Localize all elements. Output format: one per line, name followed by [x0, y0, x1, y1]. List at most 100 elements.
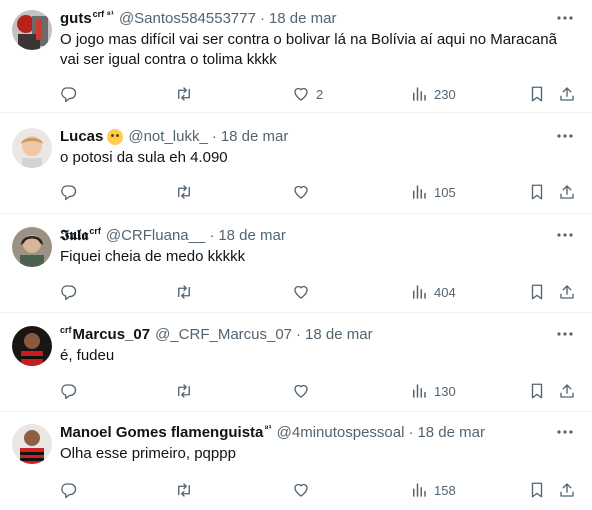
- share-icon: [560, 384, 574, 398]
- tweet[interactable]: Manoel Gomes flamenguista⁸¹ @4minutospes…: [0, 414, 592, 510]
- views-icon: [413, 285, 426, 299]
- views-button[interactable]: 404: [410, 281, 456, 303]
- avatar[interactable]: [12, 10, 52, 50]
- tweet-date[interactable]: 18 de mar: [221, 128, 289, 145]
- name-badge: ⁸¹: [264, 422, 272, 433]
- action-bar: 158: [0, 479, 592, 501]
- user-handle[interactable]: @Santos584553777: [119, 10, 256, 27]
- tweet-date[interactable]: 18 de mar: [218, 227, 286, 244]
- like-button[interactable]: 2: [292, 83, 323, 105]
- bookmark-icon: [531, 184, 543, 200]
- more-icon[interactable]: [556, 9, 574, 27]
- views-button[interactable]: 158: [410, 479, 456, 501]
- share-icon: [560, 285, 574, 299]
- view-count: 158: [434, 482, 456, 498]
- view-count: 105: [434, 184, 456, 200]
- like-count: 2: [316, 86, 324, 102]
- share-button[interactable]: [558, 479, 576, 501]
- reply-button[interactable]: [59, 380, 77, 402]
- views-button[interactable]: 130: [410, 380, 456, 402]
- display-name[interactable]: 𝕴𝖚𝖑𝖆crf: [60, 226, 101, 244]
- avatar[interactable]: [12, 424, 52, 464]
- like-button[interactable]: [292, 181, 310, 203]
- action-bar: 130: [0, 380, 592, 402]
- bookmark-icon: [531, 482, 543, 498]
- views-icon: [413, 185, 426, 199]
- views-button[interactable]: 230: [410, 83, 456, 105]
- user-handle[interactable]: @not_lukk_: [128, 128, 207, 145]
- more-icon[interactable]: [556, 127, 574, 145]
- share-button[interactable]: [558, 181, 576, 203]
- separator: ·: [211, 127, 217, 145]
- tweet-text: O jogo mas difícil vai ser contra o boli…: [60, 31, 557, 68]
- views-icon: [413, 384, 426, 398]
- action-bar: 105: [0, 181, 592, 203]
- display-name[interactable]: Manoel Gomes flamenguista⁸¹: [60, 422, 272, 441]
- tweet-text: Olha esse primeiro, pqppp: [60, 445, 236, 462]
- view-count: 130: [434, 383, 456, 399]
- more-icon[interactable]: [556, 226, 574, 244]
- tweet[interactable]: crfMarcus_07 @_CRF_Marcus_07 · 18 de mar…: [0, 316, 592, 412]
- bookmark-button[interactable]: [528, 380, 546, 402]
- avatar[interactable]: [12, 128, 52, 168]
- reply-button[interactable]: [59, 479, 77, 501]
- tweet-text: Fiquei cheia de medo kkkkk: [60, 248, 246, 265]
- bookmark-button[interactable]: [528, 281, 546, 303]
- user-handle[interactable]: @CRFluana__: [106, 227, 205, 244]
- bookmark-button[interactable]: [528, 181, 546, 203]
- tweet-date[interactable]: 18 de mar: [269, 10, 337, 27]
- share-button[interactable]: [558, 380, 576, 402]
- retweet-icon: [178, 384, 190, 398]
- like-button[interactable]: [292, 479, 310, 501]
- reply-button[interactable]: [59, 181, 77, 203]
- bookmark-button[interactable]: [528, 479, 546, 501]
- share-icon: [560, 185, 574, 199]
- reply-icon: [61, 87, 77, 103]
- user-handle[interactable]: @_CRF_Marcus_07: [155, 326, 292, 343]
- reply-button[interactable]: [59, 281, 77, 303]
- reply-feed: gutscrf ⁸¹ @Santos584553777 · 18 de mar …: [0, 0, 592, 510]
- tweet-text: é, fudeu: [60, 347, 115, 364]
- tweet-date[interactable]: 18 de mar: [305, 326, 373, 343]
- display-name[interactable]: Lucas: [60, 128, 103, 145]
- bookmark-icon: [531, 284, 543, 300]
- like-button[interactable]: [292, 281, 310, 303]
- tweet-header: crfMarcus_07 @_CRF_Marcus_07 · 18 de mar: [60, 324, 552, 344]
- name-prefix-badge: crf: [60, 324, 72, 335]
- share-button[interactable]: [558, 83, 576, 105]
- grinning-sweat-emoji-icon: [107, 129, 124, 145]
- like-button[interactable]: [292, 380, 310, 402]
- separator: ·: [296, 325, 302, 343]
- like-icon: [294, 185, 308, 199]
- more-icon[interactable]: [556, 423, 574, 441]
- bookmark-icon: [531, 86, 543, 102]
- action-bar: 404: [0, 281, 592, 303]
- bookmark-button[interactable]: [528, 83, 546, 105]
- retweet-button[interactable]: [175, 479, 193, 501]
- avatar[interactable]: [12, 227, 52, 267]
- tweet-text: o potosi da sula eh 4.090: [60, 149, 228, 166]
- name-badge: crf ⁸¹: [92, 8, 114, 19]
- separator: ·: [408, 423, 414, 441]
- views-button[interactable]: 105: [410, 181, 456, 203]
- views-icon: [413, 483, 426, 497]
- display-name[interactable]: crfMarcus_07: [60, 324, 150, 343]
- views-icon: [413, 87, 426, 101]
- display-name[interactable]: gutscrf ⁸¹: [60, 8, 114, 27]
- user-handle[interactable]: @4minutospessoal: [277, 424, 405, 441]
- reply-button[interactable]: [59, 83, 77, 105]
- retweet-button[interactable]: [175, 181, 193, 203]
- tweet[interactable]: 𝕴𝖚𝖑𝖆crf @CRFluana__ · 18 de mar Fiquei c…: [0, 217, 592, 313]
- retweet-icon: [178, 483, 190, 497]
- more-icon[interactable]: [556, 325, 574, 343]
- tweet-date[interactable]: 18 de mar: [417, 424, 485, 441]
- like-icon: [294, 285, 308, 299]
- retweet-button[interactable]: [175, 281, 193, 303]
- retweet-button[interactable]: [175, 83, 193, 105]
- avatar[interactable]: [12, 326, 52, 366]
- tweet[interactable]: gutscrf ⁸¹ @Santos584553777 · 18 de mar …: [0, 0, 592, 113]
- share-button[interactable]: [558, 281, 576, 303]
- tweet-header: Manoel Gomes flamenguista⁸¹ @4minutospes…: [60, 422, 552, 442]
- tweet[interactable]: Lucas @not_lukk_ · 18 de mar o potosi da…: [0, 118, 592, 214]
- retweet-button[interactable]: [175, 380, 193, 402]
